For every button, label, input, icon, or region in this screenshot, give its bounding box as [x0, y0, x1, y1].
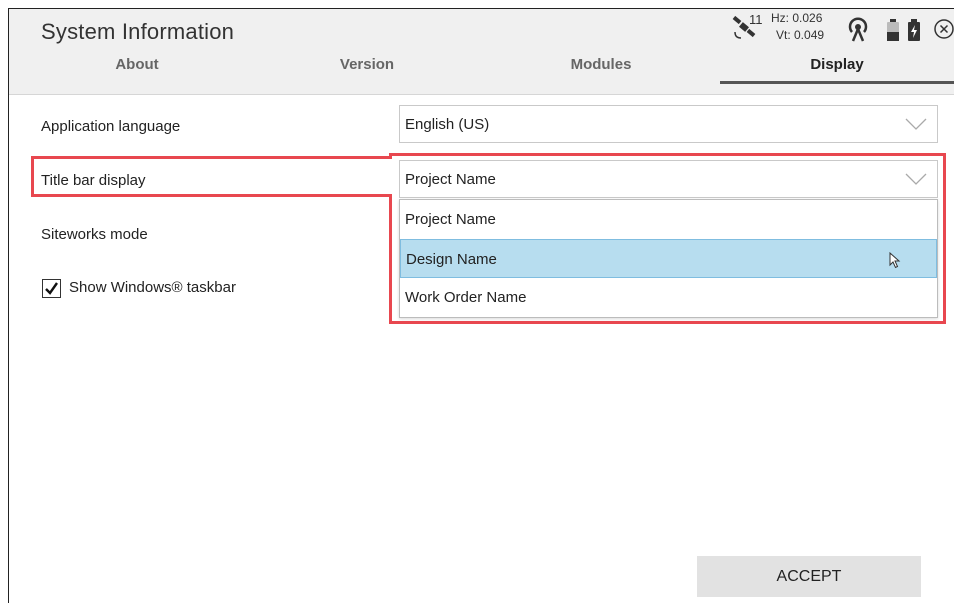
chevron-down-icon [905, 118, 927, 130]
tab-about[interactable]: About [22, 56, 252, 73]
tab-modules[interactable]: Modules [486, 56, 716, 73]
hz-precision: Hz: 0.026 [771, 11, 823, 25]
highlight-join [386, 159, 396, 194]
checkmark-icon [45, 282, 58, 295]
vt-precision: Vt: 0.049 [776, 28, 825, 42]
page-title: System Information [41, 19, 235, 44]
show-taskbar-checkbox[interactable] [42, 279, 61, 298]
show-taskbar-label[interactable]: Show Windows® taskbar [69, 279, 236, 296]
highlight-dropdown-box [389, 153, 946, 324]
battery-charging-icon[interactable] [908, 19, 920, 46]
active-tab-indicator [720, 81, 954, 84]
satellite-count: 11 [749, 12, 763, 27]
app-language-label: Application language [41, 118, 181, 135]
battery-icon[interactable] [887, 19, 899, 46]
app-language-value: English (US) [405, 116, 490, 133]
close-icon[interactable] [933, 18, 954, 45]
siteworks-mode-label: Siteworks mode [41, 226, 148, 243]
radio-icon[interactable] [845, 17, 871, 48]
highlight-label-box [31, 156, 392, 197]
app-language-select[interactable]: English (US) [399, 105, 938, 143]
tab-display[interactable]: Display [722, 56, 952, 73]
app-window: System Information About Version Modules… [8, 8, 954, 603]
accept-button[interactable]: ACCEPT [697, 556, 921, 597]
header: System Information About Version Modules… [9, 9, 954, 95]
tab-version[interactable]: Version [252, 56, 482, 73]
